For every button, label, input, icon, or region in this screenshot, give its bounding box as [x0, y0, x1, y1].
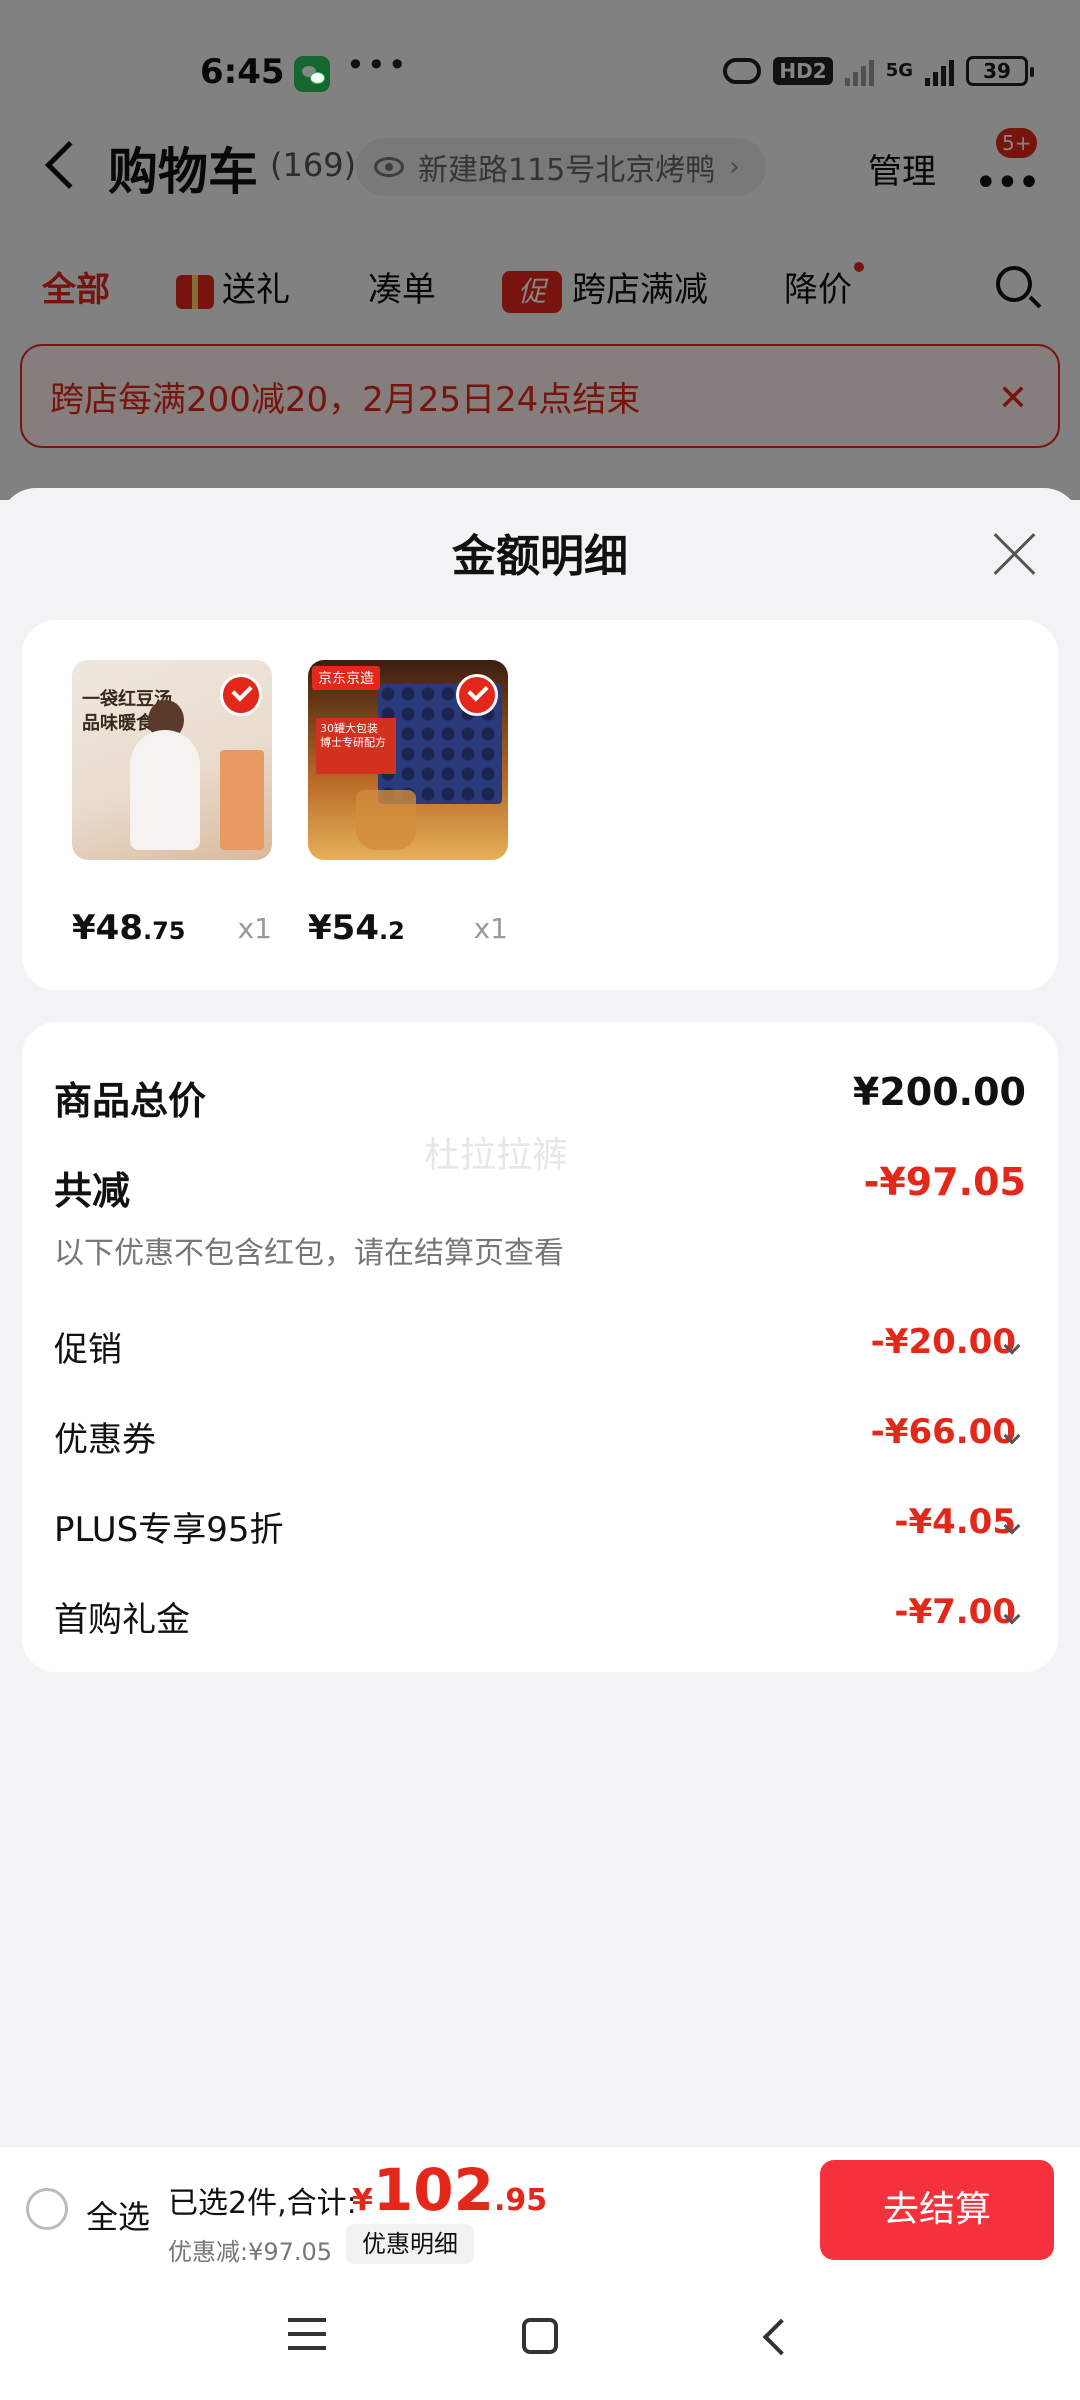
menu-icon[interactable]: [288, 2318, 326, 2350]
product-image-caption: 30罐大包装 博士专研配方: [316, 718, 396, 774]
discount-value[interactable]: -¥4.05: [894, 1502, 1016, 1542]
discount-detail-button[interactable]: 优惠明细: [346, 2224, 474, 2264]
price-breakdown-card: 商品总价 ¥200.00 共减 -¥97.05 以下优惠不包含红包，请在结算页查…: [22, 1022, 1058, 1672]
discount-summary: 优惠减:¥97.05: [168, 2238, 333, 2266]
discount-label: 促销: [54, 1330, 122, 1370]
total-decimal: .95: [493, 2183, 548, 2218]
product-image: 京东京造 30罐大包装 博士专研配方: [308, 660, 508, 860]
total-price-value: ¥200.00: [852, 1070, 1026, 1114]
home-icon[interactable]: [522, 2318, 558, 2354]
check-icon: [220, 674, 262, 716]
product-item[interactable]: 一袋红豆汤 品味暖食光 ¥48.75 x1: [72, 660, 272, 948]
sheet-title: 金额明细: [452, 531, 628, 582]
product-price: ¥48.75: [72, 908, 186, 948]
cup-shape: [356, 790, 416, 850]
total-reduction-label: 共减: [54, 1169, 131, 1213]
discount-value[interactable]: -¥7.00: [894, 1592, 1016, 1632]
select-all-label[interactable]: 全选: [86, 2192, 150, 2238]
product-quantity: x1: [237, 912, 272, 945]
check-icon: [456, 674, 498, 716]
checkout-button[interactable]: 去结算: [820, 2160, 1054, 2260]
price-decimal: .2: [378, 917, 405, 945]
brand-label: 京东京造: [312, 666, 380, 690]
product-quantity: x1: [473, 912, 508, 945]
products-card: 一袋红豆汤 品味暖食光 ¥48.75 x1 京东京造 30罐大包装 博士专研配方…: [22, 620, 1058, 990]
discount-label: PLUS专享95折: [54, 1510, 284, 1550]
discount-label: 优惠券: [54, 1420, 156, 1460]
price-integer: ¥54: [308, 908, 379, 948]
product-price: ¥54.2: [308, 908, 405, 948]
product-item[interactable]: 京东京造 30罐大包装 博士专研配方 ¥54.2 x1: [308, 660, 508, 948]
discount-value[interactable]: -¥20.00: [871, 1322, 1016, 1362]
total-reduction-value: -¥97.05: [863, 1160, 1026, 1204]
currency-symbol: ¥: [352, 2183, 373, 2218]
close-icon[interactable]: [992, 530, 1038, 576]
model-figure: [130, 730, 200, 850]
watermark: 杜拉拉裤: [424, 1135, 569, 1176]
discount-label: 首购礼金: [54, 1600, 190, 1640]
total-amount: ¥102.95: [352, 2156, 547, 2224]
package-shape: [220, 750, 264, 850]
price-decimal: .75: [142, 917, 186, 945]
product-image: 一袋红豆汤 品味暖食光: [72, 660, 272, 860]
discount-note: 以下优惠不包含红包，请在结算页查看: [54, 1236, 564, 1271]
select-all-checkbox[interactable]: [26, 2188, 68, 2230]
selected-summary: 已选2件,合计:: [168, 2186, 357, 2221]
total-integer: 102: [372, 2156, 494, 2224]
total-price-label: 商品总价: [54, 1079, 207, 1123]
price-integer: ¥48: [72, 908, 143, 948]
discount-value[interactable]: -¥66.00: [871, 1412, 1016, 1452]
modal-overlay[interactable]: [0, 0, 1080, 500]
